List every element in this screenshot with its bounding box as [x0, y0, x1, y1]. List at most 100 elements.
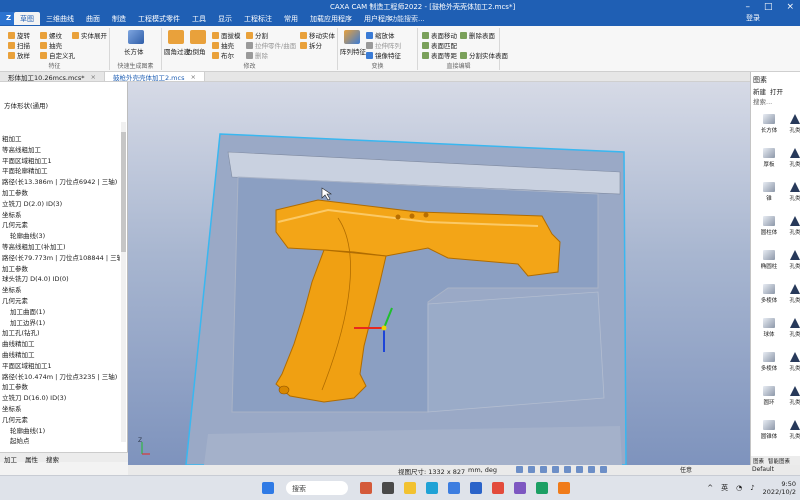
face-match-button[interactable]: 表面匹配 — [422, 40, 457, 50]
taskbar-search[interactable]: 搜索 — [286, 481, 348, 495]
tab-search[interactable]: 搜索 — [42, 453, 63, 464]
loft-button[interactable]: 放样 — [8, 50, 30, 60]
box-primitive-label[interactable]: 长方体 — [124, 46, 144, 56]
extrude-pattern-button[interactable]: 拉伸阵列 — [366, 40, 401, 50]
menu-sketch[interactable]: 草图 — [14, 12, 40, 25]
sign-in-link[interactable]: 登录 — [746, 13, 760, 23]
menu-engineering-part[interactable]: 工程模式零件 — [132, 12, 186, 25]
tree-node[interactable]: 坐标系 — [0, 404, 120, 415]
tab-primitives[interactable]: 图素 — [751, 456, 766, 465]
tree-node[interactable]: 路径(长13.386m | 刀位点6942 | 三轴) — [0, 177, 120, 188]
tree-node[interactable]: 球头铣刀 D(4.0) ID(0) — [0, 274, 120, 285]
tree-node[interactable]: 立铣刀 D(16.0) ID(3) — [0, 393, 120, 404]
delete-face-button[interactable]: 删除表面 — [460, 30, 495, 40]
minimize-button[interactable]: – — [745, 2, 750, 12]
mirror-feature-button[interactable]: 镜像特征 — [366, 50, 401, 60]
pattern-feature-label[interactable]: 阵列特征 — [340, 46, 366, 56]
app-icon[interactable] — [536, 482, 548, 494]
draft-button[interactable]: 面拔模 — [212, 30, 241, 40]
library-item[interactable]: 孔类 — [783, 112, 800, 144]
tree-node[interactable]: 平面区域粗加工1 — [0, 361, 120, 372]
unfold-solid-button[interactable]: 实体展开 — [72, 30, 107, 40]
style-select[interactable]: Default — [750, 465, 800, 475]
library-item[interactable]: 厚板 — [757, 146, 781, 178]
library-item[interactable]: 孔类 — [783, 316, 800, 348]
face-move-button[interactable]: 表面移动 — [422, 30, 457, 40]
edge-browser-icon[interactable] — [426, 482, 438, 494]
start-icon[interactable] — [262, 482, 274, 494]
sweep-button[interactable]: 扫描 — [8, 40, 30, 50]
view-rotate-icon[interactable] — [528, 466, 535, 473]
menu-common[interactable]: 常用 — [278, 12, 304, 25]
tree-node[interactable]: 等高线粗加工 — [0, 145, 120, 156]
tree-node[interactable]: 加工孔(钻孔) — [0, 328, 120, 339]
library-item[interactable]: 椭圆柱 — [757, 248, 781, 280]
view-orient-icon[interactable] — [588, 466, 595, 473]
revolve-button[interactable]: 旋转 — [8, 30, 30, 40]
close-tab-icon[interactable]: × — [190, 73, 195, 81]
new-library-button[interactable]: 新建 — [753, 86, 766, 96]
library-item[interactable]: 圆锥体 — [757, 418, 781, 450]
tree-node[interactable]: 路径(长79.773m | 刀位点108844 | 三轴) — [0, 253, 120, 264]
tree-node[interactable]: 起始点 — [0, 436, 120, 447]
maximize-button[interactable]: □ — [764, 2, 773, 12]
scrollbar-thumb[interactable] — [121, 132, 126, 252]
menu-annotation[interactable]: 工程标注 — [238, 12, 278, 25]
library-item[interactable]: 孔类 — [783, 384, 800, 416]
view-wire-icon[interactable] — [576, 466, 583, 473]
filter-select[interactable]: 任意 — [680, 465, 692, 474]
tree-node[interactable]: 平面区域粗加工1 — [0, 156, 120, 167]
chamfer-icon[interactable] — [190, 30, 206, 44]
tree-node[interactable]: 轮廓曲线(3) — [0, 231, 120, 242]
tree-node[interactable]: 粗加工 — [0, 134, 120, 145]
app-icon[interactable] — [514, 482, 526, 494]
tab-document-1[interactable]: 形体加工10.26mcs.mcs* × — [0, 72, 105, 82]
fillet-icon[interactable] — [168, 30, 184, 44]
tree-node[interactable]: 加工曲面(1) — [0, 307, 120, 318]
face-offset-button[interactable]: 表面等距 — [422, 50, 457, 60]
library-search-input[interactable]: 搜索... — [753, 96, 772, 106]
library-item[interactable]: 圆柱体 — [757, 214, 781, 246]
library-item[interactable]: 孔类 — [783, 180, 800, 212]
library-item[interactable]: 孔类 — [783, 418, 800, 450]
menu-manufacture[interactable]: 制造 — [106, 12, 132, 25]
split-face-button[interactable]: 分割实体表面 — [460, 50, 508, 60]
tree-node[interactable]: 曲线精加工 — [0, 350, 120, 361]
3d-viewport[interactable]: Z — [128, 82, 750, 465]
folder-icon[interactable] — [404, 482, 416, 494]
menu-3d-curve[interactable]: 三维曲线 — [40, 12, 80, 25]
input-language[interactable]: 英 — [721, 483, 728, 493]
tree-node[interactable]: 等高线粗加工(补加工) — [0, 242, 120, 253]
tree-node[interactable]: 轮廓曲线(1) — [0, 426, 120, 437]
menu-load-app[interactable]: 加载应用程序 — [304, 12, 358, 25]
tree-node[interactable]: 路径(长10.474m | 刀位点3235 | 三轴) — [0, 372, 120, 383]
tree-node[interactable]: 曲线精加工 — [0, 339, 120, 350]
store-icon[interactable] — [448, 482, 460, 494]
library-item[interactable]: 孔类 — [783, 146, 800, 178]
shell-modify-button[interactable]: 抽壳 — [212, 40, 234, 50]
tab-machining[interactable]: 加工 — [0, 453, 21, 464]
library-item[interactable]: 长方体 — [757, 112, 781, 144]
menu-display[interactable]: 显示 — [212, 12, 238, 25]
tree-node[interactable]: 立铣刀 D(2.0) ID(3) — [0, 199, 120, 210]
library-item[interactable]: 多棱体 — [757, 282, 781, 314]
tray-chevron-icon[interactable]: ^ — [707, 484, 713, 492]
view-section-icon[interactable] — [600, 466, 607, 473]
library-item[interactable]: 锥 — [757, 180, 781, 212]
boolean-button[interactable]: 布尔 — [212, 50, 234, 60]
delete-button[interactable]: 删除 — [246, 50, 268, 60]
menu-tools[interactable]: 工具 — [186, 12, 212, 25]
library-item[interactable]: 多棱体 — [757, 350, 781, 382]
custom-hole-button[interactable]: 自定义孔 — [40, 50, 75, 60]
library-item[interactable]: 孔类 — [783, 350, 800, 382]
library-item[interactable]: 孔类 — [783, 282, 800, 314]
library-item[interactable]: 圆环 — [757, 384, 781, 416]
scale-button[interactable]: 缩放体 — [366, 30, 395, 40]
open-library-button[interactable]: 打开 — [770, 86, 783, 96]
volume-icon[interactable]: ♪ — [750, 484, 754, 492]
pattern-feature-icon[interactable] — [344, 30, 360, 44]
menu-surface[interactable]: 曲面 — [80, 12, 106, 25]
tab-smart-primitives[interactable]: 智能图素 — [766, 456, 792, 465]
tree-scrollbar[interactable] — [121, 122, 126, 442]
app-logo-icon[interactable]: Z — [0, 12, 14, 25]
